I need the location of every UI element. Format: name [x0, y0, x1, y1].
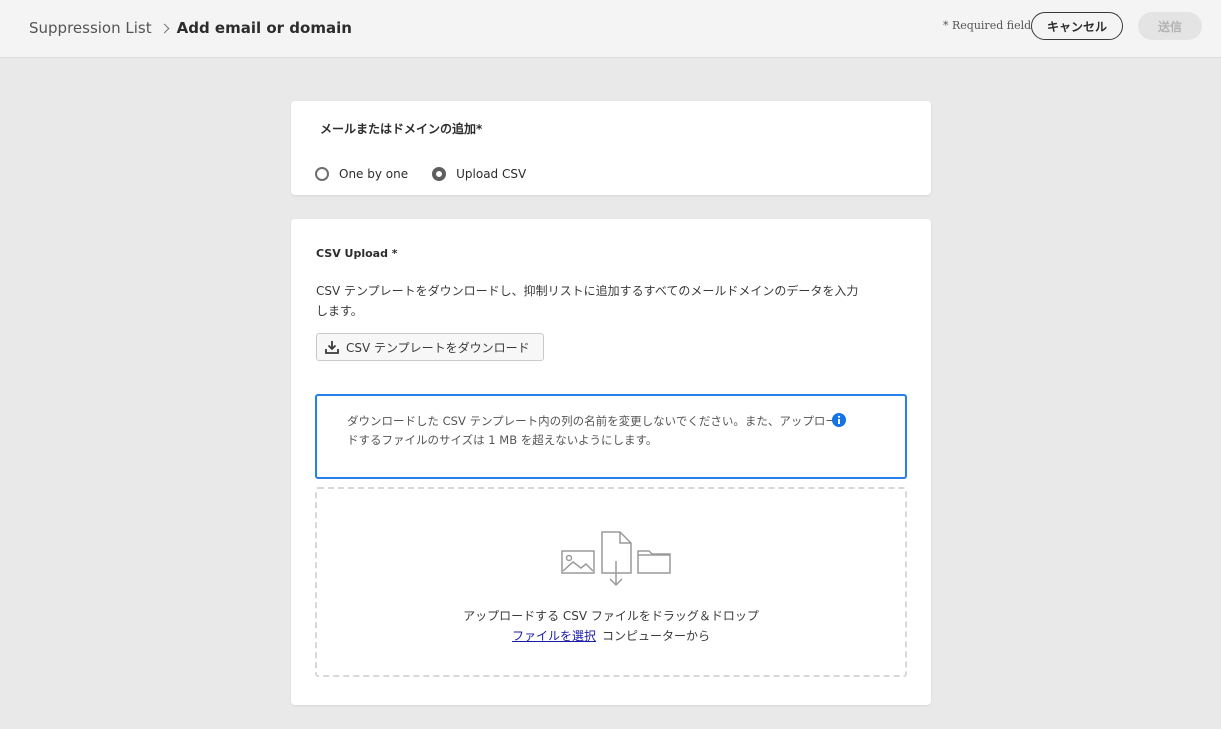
upload-illustration: [561, 531, 671, 587]
drop-zone-text: アップロードする CSV ファイルをドラッグ＆ドロップ: [463, 609, 759, 623]
radio-one-by-one[interactable]: [315, 167, 329, 181]
breadcrumb: Suppression List Add email or domain: [29, 18, 352, 38]
submit-button[interactable]: 送信: [1138, 12, 1202, 40]
required-fields-note: * Required fields: [943, 19, 1037, 32]
breadcrumb-suppression-list[interactable]: Suppression List: [29, 19, 152, 37]
cancel-button[interactable]: キャンセル: [1031, 12, 1123, 40]
csv-upload-description: CSV テンプレートをダウンロードし、抑制リストに追加するすべてのメールドメイン…: [316, 284, 859, 318]
from-computer-text: コンピューターから: [602, 629, 711, 643]
document-icon: [601, 531, 632, 587]
image-file-icon: [561, 550, 595, 574]
csv-upload-title: CSV Upload *: [316, 247, 398, 260]
radio-one-by-one-label[interactable]: One by one: [339, 167, 408, 181]
page-title: Add email or domain: [176, 19, 352, 37]
top-bar: Suppression List Add email or domain * R…: [0, 0, 1221, 58]
file-drop-zone[interactable]: アップロードする CSV ファイルをドラッグ＆ドロップ ファイルを選択 コンピュー…: [315, 487, 907, 677]
add-method-radio-group: One by one Upload CSV: [315, 167, 550, 181]
csv-upload-card: CSV Upload * CSV テンプレートをダウンロードし、抑制リストに追加…: [291, 219, 931, 705]
info-message-text: ダウンロードした CSV テンプレート内の列の名前を変更しないでください。また、…: [347, 414, 837, 447]
download-icon: [325, 341, 339, 354]
add-method-title: メールまたはドメインの追加*: [320, 122, 483, 136]
download-template-button[interactable]: CSV テンプレートをダウンロード: [316, 333, 544, 361]
select-file-link[interactable]: ファイルを選択: [512, 629, 596, 643]
radio-upload-csv[interactable]: [432, 167, 447, 181]
info-icon: [832, 413, 846, 427]
drop-zone-subtext: ファイルを選択 コンピューターから: [317, 627, 905, 644]
download-template-label: CSV テンプレートをダウンロード: [346, 340, 530, 355]
chevron-right-icon: [159, 23, 170, 33]
folder-icon: [637, 550, 671, 574]
radio-upload-csv-label[interactable]: Upload CSV: [456, 167, 526, 181]
info-message-box: ダウンロードした CSV テンプレート内の列の名前を変更しないでください。また、…: [315, 394, 907, 479]
add-method-card: メールまたはドメインの追加* One by one Upload CSV: [291, 101, 931, 195]
